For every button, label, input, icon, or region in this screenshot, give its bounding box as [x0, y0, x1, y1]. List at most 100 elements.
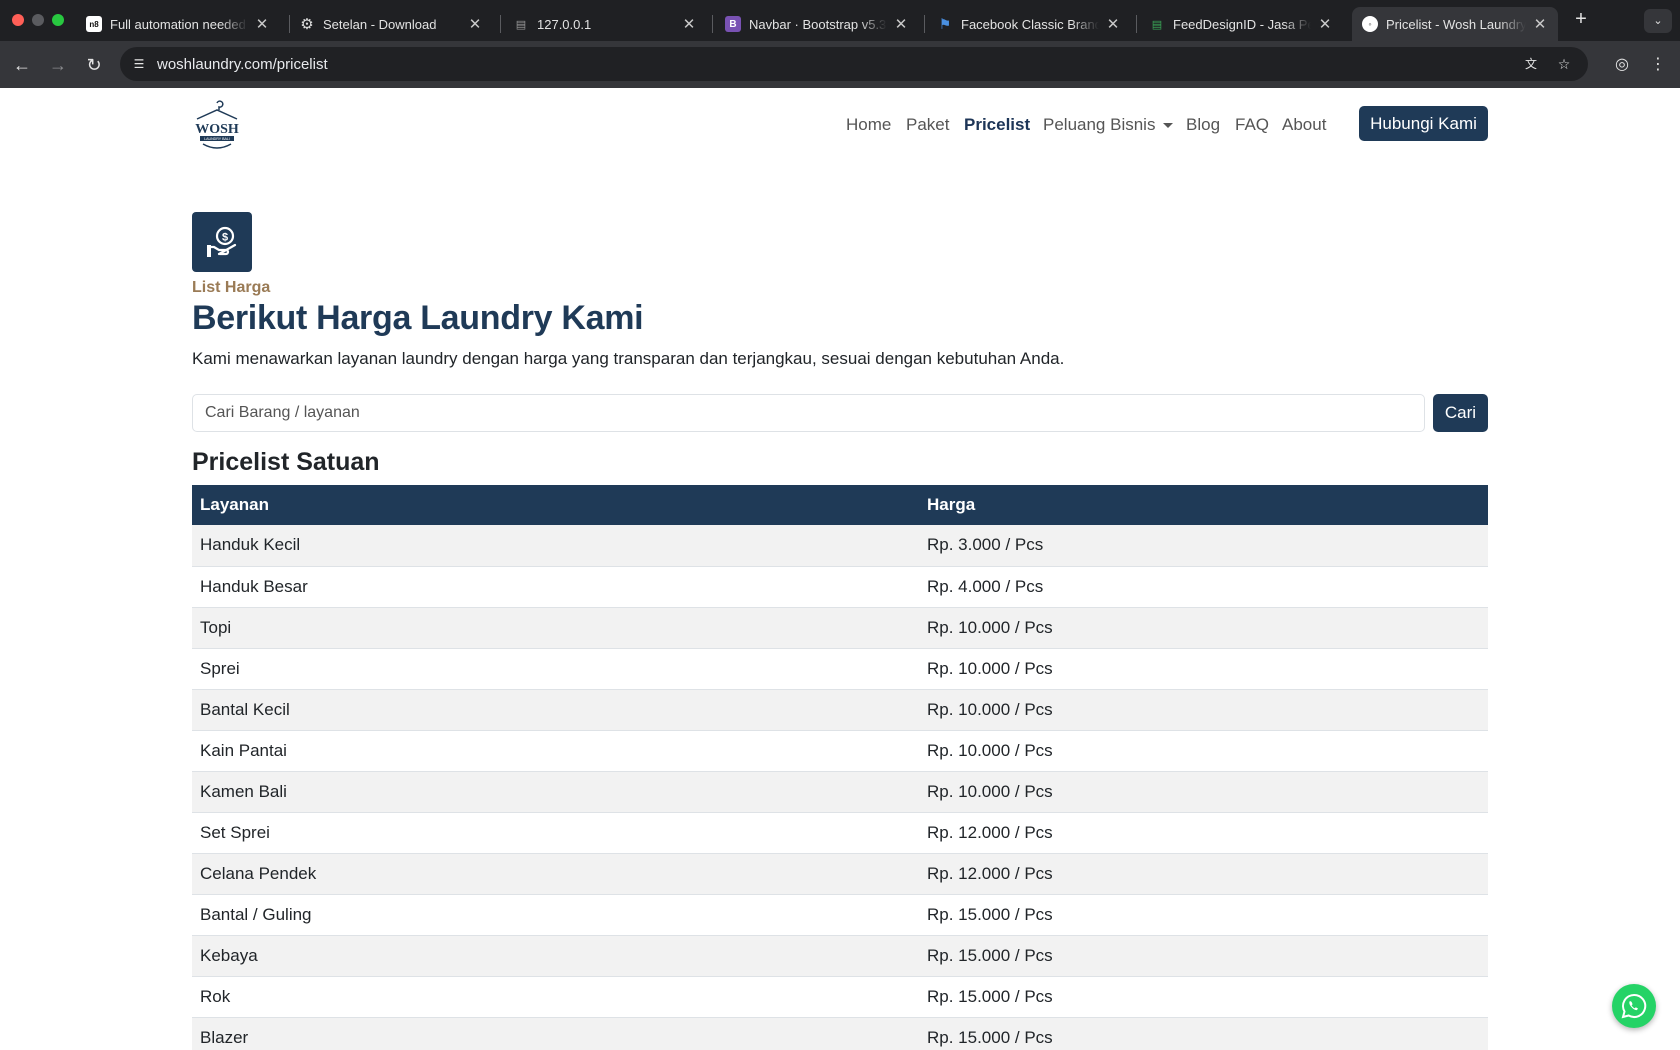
service-cell: Topi	[192, 607, 919, 649]
search-input[interactable]	[192, 394, 1425, 432]
browser-tab[interactable]: ▤ FeedDesignID - Jasa Pen ✕	[1139, 7, 1343, 41]
price-cell: Rp. 4.000 / Pcs	[919, 566, 1488, 608]
price-cell: Rp. 15.000 / Pcs	[919, 976, 1488, 1018]
search-button[interactable]: Cari	[1433, 394, 1488, 432]
service-cell: Sprei	[192, 648, 919, 690]
service-cell: Handuk Kecil	[192, 525, 919, 567]
nav-item-about[interactable]: About	[1282, 115, 1326, 135]
price-cell: Rp. 3.000 / Pcs	[919, 525, 1488, 567]
service-cell: Bantal Kecil	[192, 689, 919, 731]
service-cell: Rok	[192, 976, 919, 1018]
pricelist-rows: Handuk Kecil Rp. 3.000 / Pcs Handuk Besar…	[192, 525, 1488, 1050]
column-header-harga: Harga	[919, 485, 1488, 525]
browser-menu-icon[interactable]: ⋮	[1646, 53, 1670, 77]
bookmark-star-icon[interactable]: ☆	[1555, 55, 1573, 73]
nav-item-peluang-bisnis[interactable]: Peluang Bisnis	[1043, 115, 1174, 135]
browser-tab-active[interactable]: ◦ Pricelist - Wosh Laundry ✕	[1352, 7, 1558, 41]
nav-item-faq[interactable]: FAQ	[1235, 115, 1269, 135]
maximize-window-button[interactable]	[52, 14, 64, 26]
page-lead: Kami menawarkan layanan laundry dengan h…	[192, 349, 1065, 368]
table-row: Sprei Rp. 10.000 / Pcs	[192, 648, 1488, 690]
page-viewport: WOSH LAUNDRY BALI Home Paket Pricelist P…	[0, 88, 1680, 1050]
table-row: Bantal / Guling Rp. 15.000 / Pcs	[192, 894, 1488, 936]
back-icon[interactable]: ←	[10, 53, 34, 77]
close-tab-icon[interactable]: ✕	[254, 15, 270, 33]
page-icon: ▤	[1151, 18, 1163, 31]
translate-icon[interactable]: 文	[1522, 55, 1540, 73]
price-cell: Rp. 10.000 / Pcs	[919, 730, 1488, 772]
table-row: Topi Rp. 10.000 / Pcs	[192, 607, 1488, 649]
table-row: Kain Pantai Rp. 10.000 / Pcs	[192, 730, 1488, 772]
service-cell: Kamen Bali	[192, 771, 919, 813]
service-cell: Bantal / Guling	[192, 894, 919, 936]
price-cell: Rp. 12.000 / Pcs	[919, 812, 1488, 854]
contact-button[interactable]: Hubungi Kami	[1359, 106, 1488, 141]
price-cell: Rp. 15.000 / Pcs	[919, 1017, 1488, 1050]
bootstrap-icon: B	[725, 16, 741, 32]
browser-tab-strip: n8 Full automation needed - ✕ ⚙ Setelan …	[0, 0, 1680, 41]
nav-item-paket[interactable]: Paket	[906, 115, 949, 135]
brand-name: WOSH	[195, 122, 239, 137]
table-row: Rok Rp. 15.000 / Pcs	[192, 976, 1488, 1018]
price-cell: Rp. 10.000 / Pcs	[919, 607, 1488, 649]
n8n-icon: n8	[86, 16, 102, 32]
service-cell: Handuk Besar	[192, 566, 919, 608]
browser-tab[interactable]: ⚑ Facebook Classic Brands ✕	[927, 7, 1131, 41]
close-window-button[interactable]	[12, 14, 24, 26]
price-cell: Rp. 10.000 / Pcs	[919, 771, 1488, 813]
browser-tab[interactable]: B Navbar · Bootstrap v5.3 ✕	[715, 7, 919, 41]
close-tab-icon[interactable]: ✕	[681, 15, 697, 33]
service-cell: Kebaya	[192, 935, 919, 977]
new-tab-icon[interactable]: +	[1569, 8, 1593, 31]
close-tab-icon[interactable]: ✕	[1317, 15, 1333, 33]
close-tab-icon[interactable]: ✕	[1105, 15, 1121, 33]
price-cell: Rp. 10.000 / Pcs	[919, 648, 1488, 690]
table-row: Blazer Rp. 15.000 / Pcs	[192, 1017, 1488, 1050]
minimize-window-button[interactable]	[32, 14, 44, 26]
tab-search-icon[interactable]: ⌄	[1644, 9, 1672, 33]
close-tab-icon[interactable]: ✕	[1532, 15, 1548, 33]
site-settings-icon[interactable]: ☰	[130, 55, 148, 73]
caret-down-icon	[1163, 123, 1174, 129]
section-eyebrow: List Harga	[192, 279, 271, 296]
table-header-row: Layanan Harga	[192, 485, 1488, 525]
brand-logo[interactable]: WOSH LAUNDRY BALI	[192, 100, 242, 152]
tab-title: FeedDesignID - Jasa Pen	[1173, 16, 1311, 32]
browser-tab[interactable]: ▤ 127.0.0.1 ✕	[503, 7, 707, 41]
price-cell: Rp. 15.000 / Pcs	[919, 935, 1488, 977]
pricelist-title: Pricelist Satuan	[192, 448, 380, 476]
close-tab-icon[interactable]: ✕	[467, 15, 483, 33]
browser-toolbar: ← → ↻ ☰ woshlaundry.com/pricelist 文 ☆ ◎ …	[0, 41, 1680, 88]
profile-icon[interactable]: ◎	[1610, 53, 1634, 77]
table-row: Handuk Besar Rp. 4.000 / Pcs	[192, 566, 1488, 608]
brand-subtitle: LAUNDRY BALI	[204, 137, 230, 141]
whatsapp-icon	[1621, 993, 1647, 1019]
tab-title: Full automation needed -	[110, 16, 248, 32]
table-row: Bantal Kecil Rp. 10.000 / Pcs	[192, 689, 1488, 731]
site-icon: ◦	[1362, 16, 1378, 32]
table-row: Handuk Kecil Rp. 3.000 / Pcs	[192, 525, 1488, 567]
close-tab-icon[interactable]: ✕	[893, 15, 909, 33]
service-cell: Blazer	[192, 1017, 919, 1050]
price-cell: Rp. 12.000 / Pcs	[919, 853, 1488, 895]
nav-item-blog[interactable]: Blog	[1186, 115, 1220, 135]
nav-item-pricelist[interactable]: Pricelist	[964, 115, 1030, 135]
pricelist-table: Layanan Harga Handuk Kecil Rp. 3.000 / Pc…	[192, 485, 1488, 1050]
nav-item-home[interactable]: Home	[846, 115, 891, 135]
tab-title: Pricelist - Wosh Laundry	[1386, 16, 1526, 32]
money-hand-icon: $	[192, 212, 252, 272]
url-text: woshlaundry.com/pricelist	[157, 56, 328, 73]
table-row: Celana Pendek Rp. 12.000 / Pcs	[192, 853, 1488, 895]
address-bar[interactable]: ☰ woshlaundry.com/pricelist 文 ☆	[120, 47, 1588, 81]
price-cell: Rp. 15.000 / Pcs	[919, 894, 1488, 936]
service-cell: Set Sprei	[192, 812, 919, 854]
tab-title: Navbar · Bootstrap v5.3	[749, 16, 887, 32]
svg-text:$: $	[222, 232, 228, 244]
browser-tab[interactable]: ⚙ Setelan - Download ✕	[289, 7, 493, 41]
service-cell: Kain Pantai	[192, 730, 919, 772]
price-cell: Rp. 10.000 / Pcs	[919, 689, 1488, 731]
whatsapp-chat-button[interactable]	[1612, 984, 1656, 1028]
reload-icon[interactable]: ↻	[82, 53, 106, 77]
browser-tab[interactable]: n8 Full automation needed - ✕	[76, 7, 280, 41]
forward-icon[interactable]: →	[46, 53, 70, 77]
